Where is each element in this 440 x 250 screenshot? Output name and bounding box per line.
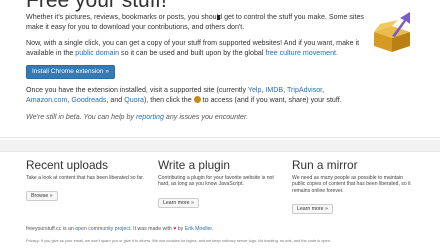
run-mirror-column: Run a mirror We need as many people as p… [292, 158, 412, 215]
footer-text-a: is an [61, 226, 76, 232]
p3-text-a: Once you have the extension installed, v… [26, 86, 248, 94]
beta-note: We're still in beta. You can help by rep… [26, 113, 364, 123]
page-title: Free your stuff! [26, 0, 167, 12]
site-link-goodreads[interactable]: Goodreads [71, 96, 106, 104]
recent-uploads-column: Recent uploads Take a look at content th… [26, 158, 146, 202]
write-plugin-text: Contributing a plugin for your favorite … [158, 175, 274, 188]
open-community-link[interactable]: open community project [75, 226, 130, 232]
run-mirror-heading: Run a mirror [292, 158, 358, 172]
site-link-imdb[interactable]: IMDB [265, 86, 283, 94]
usage-paragraph: Once you have the extension installed, v… [26, 86, 364, 105]
footer-site-name: freeyourstuff.cc [26, 226, 62, 232]
recent-uploads-text: Take a look at content that has been lib… [26, 175, 145, 181]
site-link-tripadvisor[interactable]: TripAdvisor [287, 86, 322, 94]
p2-text-c: . [335, 48, 338, 57]
p4-text-a: We're still in beta. You can help by [26, 113, 136, 121]
recent-uploads-heading: Recent uploads [26, 158, 108, 172]
free-culture-link[interactable]: free culture movement [265, 49, 336, 57]
install-chrome-extension-button[interactable]: Install Chrome extension » [26, 65, 115, 79]
footer-text-d: . [211, 226, 214, 232]
site-link-amazon[interactable]: Amazon.com [26, 96, 67, 104]
write-plugin-column: Write a plugin Contributing a plugin for… [158, 158, 278, 209]
mirror-learn-more-button[interactable]: Learn more » [292, 204, 333, 215]
footer-credits: freeyourstuff.cc is an open community pr… [26, 226, 426, 232]
mouse-cursor-icon [217, 15, 220, 20]
reporting-link[interactable]: reporting [136, 113, 164, 121]
public-domain-link[interactable]: public domain [75, 49, 119, 57]
run-mirror-text: We need as many people as possible to ma… [292, 175, 411, 194]
box-arrow-icon [374, 12, 410, 52]
footer-text-c: by [176, 226, 185, 232]
privacy-notice: Privacy: If you give us your email, we w… [26, 238, 331, 243]
intro-paragraph: Whether it's pictures, reviews, bookmark… [26, 13, 364, 31]
public-domain-paragraph: Now, with a single click, you can get a … [26, 39, 364, 58]
hero-section: Free your stuff! Whether it's pictures, … [0, 0, 440, 138]
p3-sep: , [322, 86, 325, 94]
p3-and: , and [106, 95, 125, 104]
extension-icon [193, 95, 201, 103]
p3-text-b: ), then click the [143, 95, 194, 104]
site-link-yelp[interactable]: Yelp [248, 86, 262, 94]
p2-text-b: so it can be used and built upon by the … [119, 48, 266, 57]
p4-text-b: any issues you encounter. [163, 113, 249, 121]
browse-button[interactable]: Browse » [26, 191, 58, 202]
p3-text-c: to access (and if you want, share) your … [200, 95, 342, 104]
write-plugin-heading: Write a plugin [158, 158, 230, 172]
author-link[interactable]: Erik Moeller [185, 226, 212, 232]
site-link-quora[interactable]: Quora [124, 96, 144, 104]
plugin-learn-more-button[interactable]: Learn more » [158, 197, 199, 208]
footer-text-b: . It was made with [130, 226, 174, 232]
section-divider [0, 140, 440, 152]
